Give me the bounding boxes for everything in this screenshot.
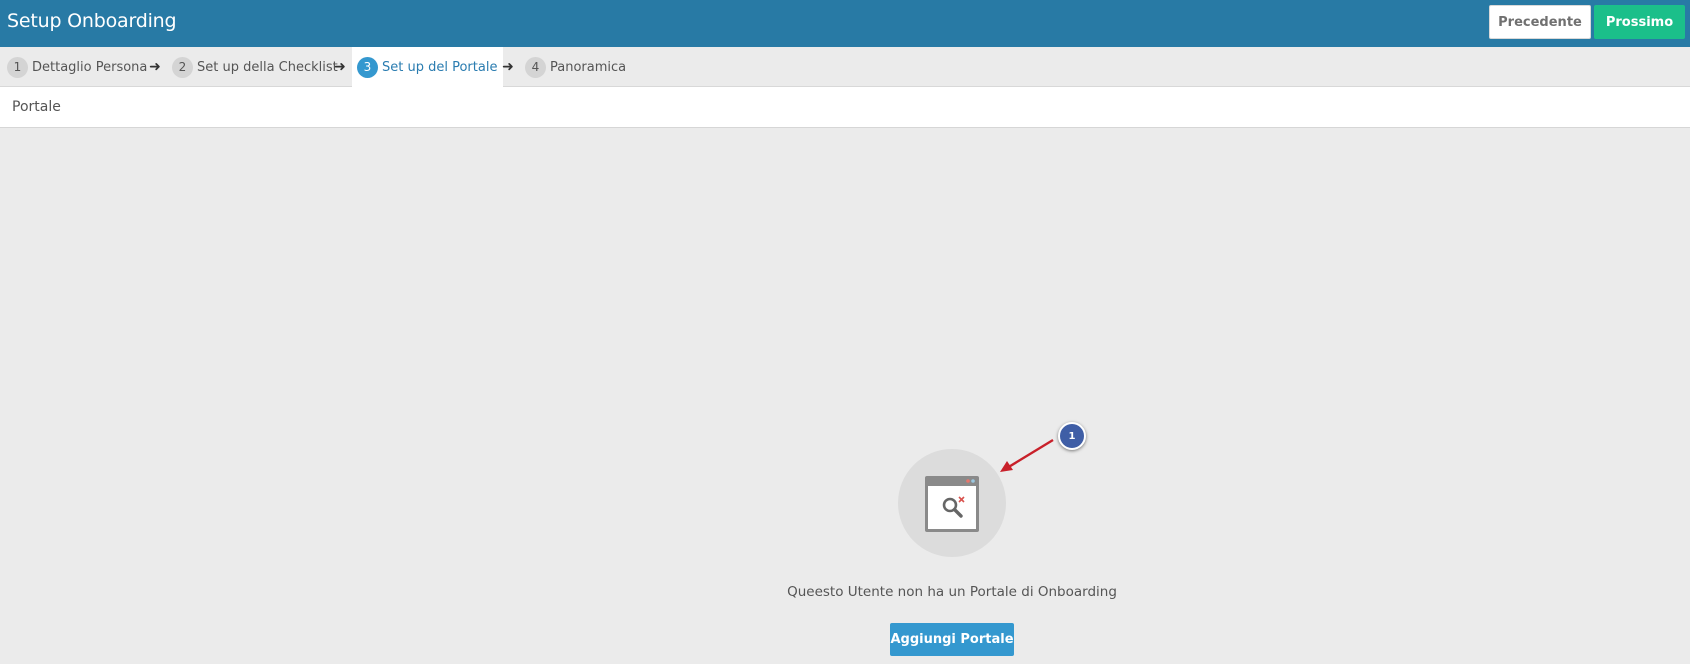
- annotation-arrow: [1000, 438, 1054, 472]
- section-header: Portale: [0, 87, 1690, 128]
- next-button[interactable]: Prossimo: [1594, 5, 1685, 39]
- step-label: Set up della Checklist: [197, 59, 338, 75]
- page-title: Setup Onboarding: [7, 10, 177, 32]
- add-portal-button[interactable]: Aggiungi Portale: [890, 623, 1014, 656]
- step-panoramica[interactable]: 4 Panoramica: [525, 47, 626, 87]
- section-title: Portale: [12, 99, 61, 115]
- step-dettaglio-persona[interactable]: 1 Dettaglio Persona: [7, 47, 147, 87]
- empty-state-message: Queesto Utente non ha un Portale di Onbo…: [787, 584, 1117, 600]
- step-number: 2: [172, 56, 193, 78]
- step-set-up-checklist[interactable]: 2 Set up della Checklist: [172, 47, 338, 87]
- previous-button[interactable]: Precedente: [1489, 5, 1591, 39]
- annotation-badge: 1: [1058, 422, 1086, 450]
- step-label: Set up del Portale: [382, 59, 498, 75]
- step-label: Dettaglio Persona: [32, 59, 148, 75]
- wizard-steps: 1 Dettaglio Persona ➜ 2 Set up della Che…: [0, 47, 1690, 87]
- arrow-right-icon: ➜: [334, 59, 346, 75]
- step-number: 4: [525, 56, 546, 78]
- step-label: Panoramica: [550, 59, 627, 75]
- step-number: 3: [357, 56, 378, 78]
- arrow-right-icon: ➜: [149, 59, 161, 75]
- arrow-right-icon: ➜: [502, 59, 514, 75]
- step-number: 1: [7, 56, 28, 78]
- browser-search-icon: [925, 476, 979, 532]
- empty-state-illustration: [898, 449, 1006, 557]
- top-bar: Setup Onboarding Precedente Prossimo: [0, 0, 1690, 47]
- step-set-up-portale[interactable]: 3 Set up del Portale: [352, 47, 504, 87]
